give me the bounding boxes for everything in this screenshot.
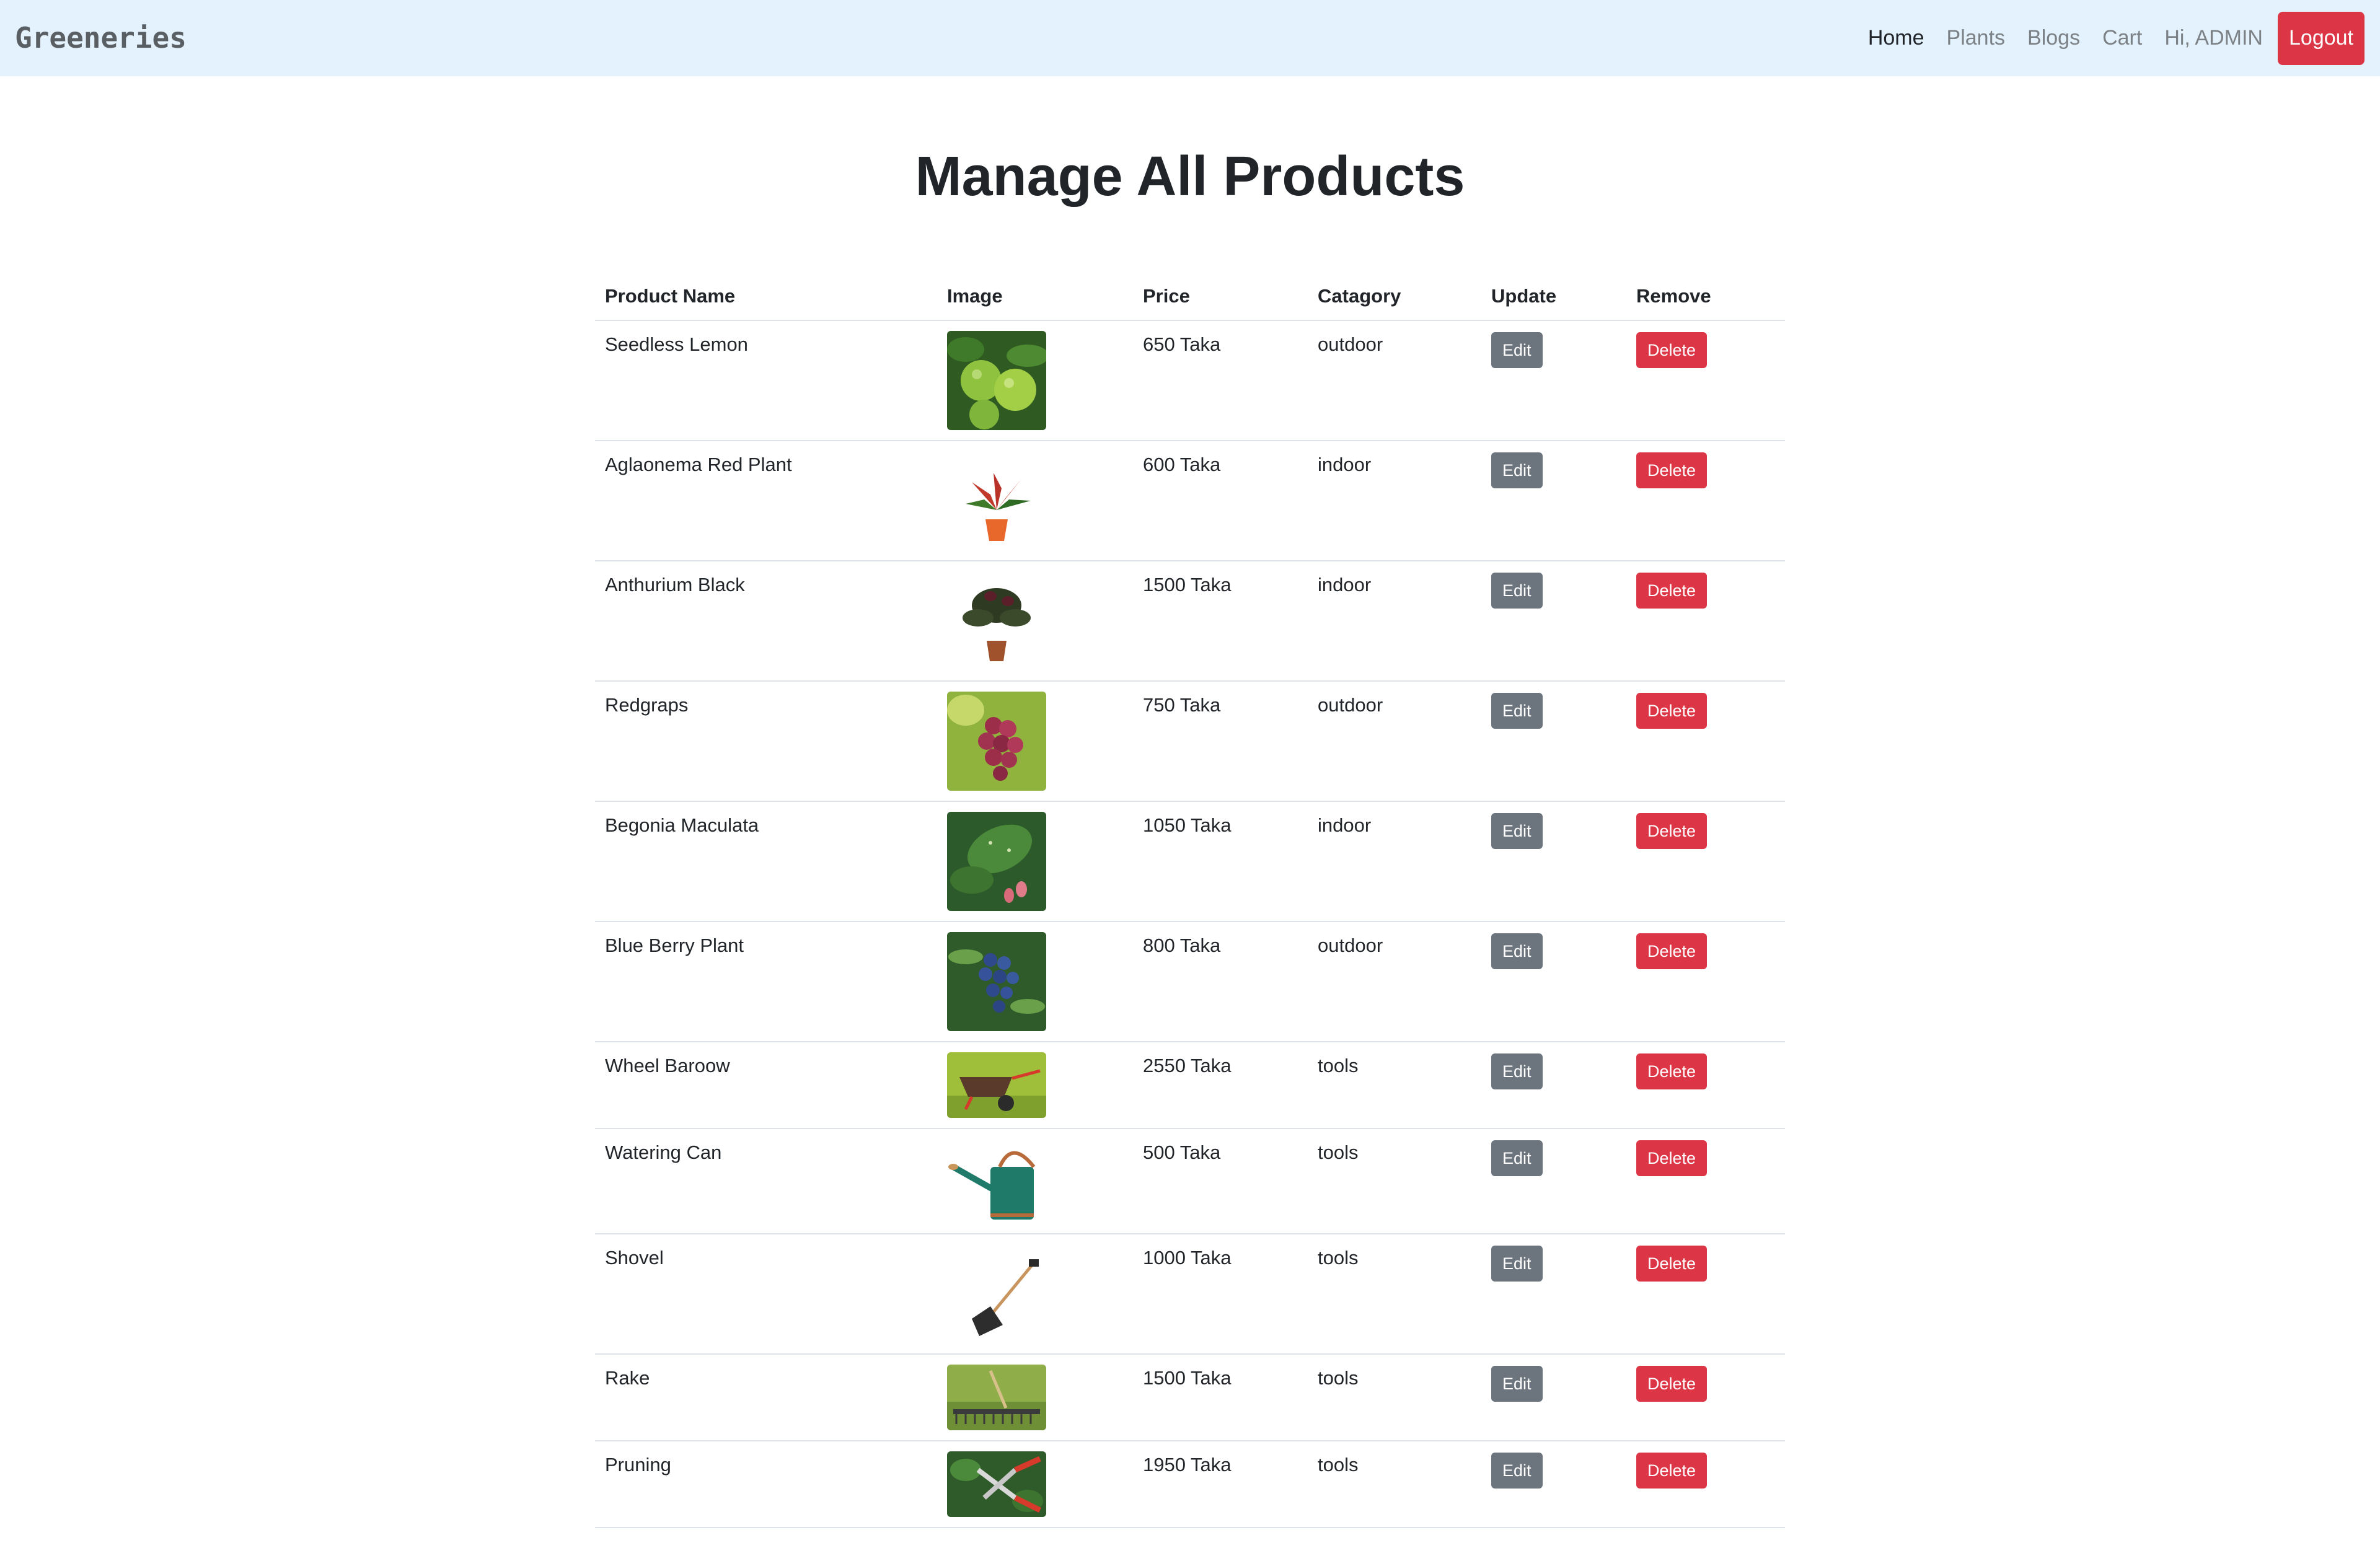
nav-link-plants[interactable]: Plants [1947, 26, 2006, 50]
product-category: tools [1308, 1128, 1481, 1234]
anthurium-image [947, 571, 1046, 671]
product-price: 1950 Taka [1133, 1441, 1308, 1528]
product-name: Begonia Maculata [595, 801, 937, 922]
product-name: Aglaonema Red Plant [595, 441, 937, 561]
header-product-name: Product Name [595, 273, 937, 321]
logout-button[interactable]: Logout [2278, 11, 2365, 65]
product-category: outdoor [1308, 681, 1481, 802]
product-price: 1500 Taka [1133, 561, 1308, 682]
product-category: indoor [1308, 441, 1481, 561]
nav-link-home[interactable]: Home [1868, 26, 1924, 50]
table-row: Blue Berry Plant 800 Taka outdoor Edit D… [595, 921, 1785, 1042]
delete-button[interactable]: Delete [1636, 1246, 1708, 1282]
header-category: Catagory [1308, 273, 1481, 321]
product-price: 600 Taka [1133, 441, 1308, 561]
product-price: 750 Taka [1133, 681, 1308, 802]
product-price: 2550 Taka [1133, 1042, 1308, 1129]
table-row: Anthurium Black 1500 Taka indoor Edit De… [595, 561, 1785, 682]
edit-button[interactable]: Edit [1491, 813, 1543, 849]
edit-button[interactable]: Edit [1491, 1053, 1543, 1089]
product-category: outdoor [1308, 320, 1481, 441]
product-price: 1500 Taka [1133, 1354, 1308, 1441]
table-row: Pruning 1950 Taka tools Edit Delete [595, 1441, 1785, 1528]
edit-button[interactable]: Edit [1491, 573, 1543, 609]
product-price: 650 Taka [1133, 320, 1308, 441]
product-price: 1050 Taka [1133, 801, 1308, 922]
product-name: Wheel Baroow [595, 1042, 937, 1129]
edit-button[interactable]: Edit [1491, 452, 1543, 488]
header-remove: Remove [1626, 273, 1785, 321]
table-row: Shovel 1000 Taka tools Edit Delete [595, 1234, 1785, 1355]
rake-image [947, 1365, 1046, 1430]
nav-user-greeting[interactable]: Hi, ADMIN [2164, 26, 2263, 50]
header-update: Update [1481, 273, 1626, 321]
product-price: 1000 Taka [1133, 1234, 1308, 1355]
edit-button[interactable]: Edit [1491, 1140, 1543, 1176]
product-name: Shovel [595, 1234, 937, 1355]
table-row: Aglaonema Red Plant 600 Taka indoor Edit… [595, 441, 1785, 561]
product-category: tools [1308, 1354, 1481, 1441]
delete-button[interactable]: Delete [1636, 1453, 1708, 1489]
edit-button[interactable]: Edit [1491, 1453, 1543, 1489]
delete-button[interactable]: Delete [1636, 332, 1708, 368]
product-category: indoor [1308, 561, 1481, 682]
aglaonema-image [947, 451, 1046, 550]
table-row: Redgraps 750 Taka outdoor Edit Delete [595, 681, 1785, 802]
product-category: indoor [1308, 801, 1481, 922]
brand-logo[interactable]: Greeneries [15, 0, 187, 76]
product-category: tools [1308, 1234, 1481, 1355]
navbar: Greeneries Home Plants Blogs Cart Hi, AD… [0, 0, 2380, 76]
watering-can-image [947, 1139, 1046, 1225]
begonia-image [947, 812, 1046, 911]
delete-button[interactable]: Delete [1636, 1053, 1708, 1089]
delete-button[interactable]: Delete [1636, 933, 1708, 969]
page-title: Manage All Products [915, 146, 1465, 208]
lemon-image [947, 331, 1046, 430]
nav-link-cart[interactable]: Cart [2102, 26, 2142, 50]
edit-button[interactable]: Edit [1491, 933, 1543, 969]
product-name: Pruning [595, 1441, 937, 1528]
edit-button[interactable]: Edit [1491, 1366, 1543, 1402]
product-name: Rake [595, 1354, 937, 1441]
delete-button[interactable]: Delete [1636, 1140, 1708, 1176]
product-name: Redgraps [595, 681, 937, 802]
table-row: Wheel Baroow 2550 Taka tools Edit Delete [595, 1042, 1785, 1129]
nav-links: Home Plants Blogs Cart Hi, ADMIN Logout [1846, 0, 2365, 76]
edit-button[interactable]: Edit [1491, 1246, 1543, 1282]
edit-button[interactable]: Edit [1491, 332, 1543, 368]
product-category: tools [1308, 1441, 1481, 1528]
pruning-image [947, 1451, 1046, 1517]
delete-button[interactable]: Delete [1636, 573, 1708, 609]
product-price: 500 Taka [1133, 1128, 1308, 1234]
product-price: 800 Taka [1133, 921, 1308, 1042]
product-name: Blue Berry Plant [595, 921, 937, 1042]
product-category: outdoor [1308, 921, 1481, 1042]
shovel-image [947, 1244, 1046, 1344]
delete-button[interactable]: Delete [1636, 452, 1708, 488]
products-table: Product Name Image Price Catagory Update… [595, 273, 1785, 1528]
product-name: Watering Can [595, 1128, 937, 1234]
delete-button[interactable]: Delete [1636, 693, 1708, 729]
product-name: Seedless Lemon [595, 320, 937, 441]
header-image: Image [937, 273, 1133, 321]
header-price: Price [1133, 273, 1308, 321]
product-category: tools [1308, 1042, 1481, 1129]
table-row: Watering Can 500 Taka tools Edit Delete [595, 1128, 1785, 1234]
table-row: Seedless Lemon 650 Taka outdoor Edit Del… [595, 320, 1785, 441]
edit-button[interactable]: Edit [1491, 693, 1543, 729]
table-header-row: Product Name Image Price Catagory Update… [595, 273, 1785, 321]
blueberry-image [947, 932, 1046, 1031]
table-row: Begonia Maculata 1050 Taka indoor Edit D… [595, 801, 1785, 922]
wheelbarrow-image [947, 1052, 1046, 1118]
nav-link-blogs[interactable]: Blogs [2027, 26, 2080, 50]
grapes-image [947, 692, 1046, 791]
product-name: Anthurium Black [595, 561, 937, 682]
delete-button[interactable]: Delete [1636, 813, 1708, 849]
table-row: Rake 1500 Taka tools Edit Delete [595, 1354, 1785, 1441]
delete-button[interactable]: Delete [1636, 1366, 1708, 1402]
